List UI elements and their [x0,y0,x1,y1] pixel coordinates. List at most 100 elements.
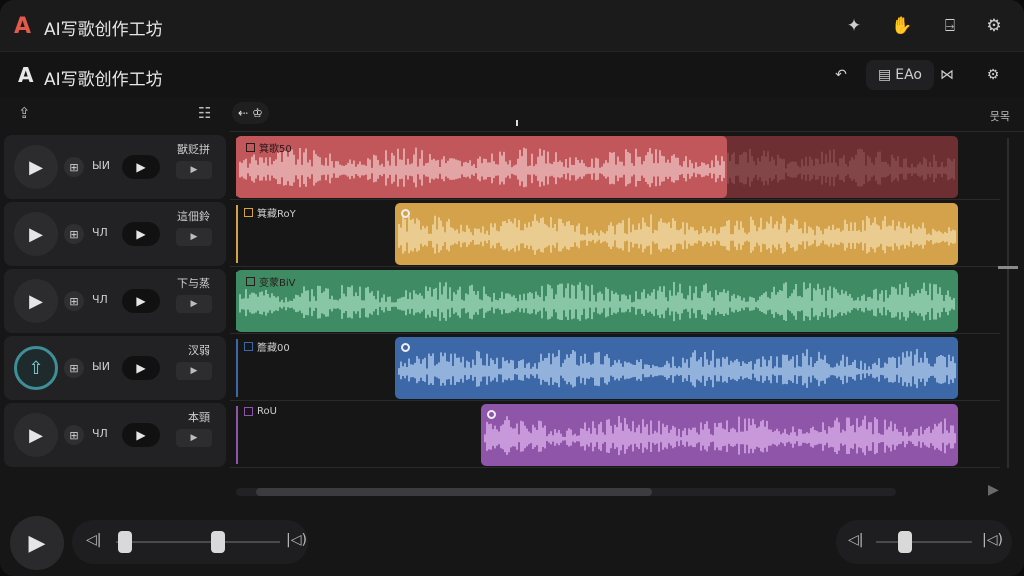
clip-handle-icon[interactable] [401,209,410,218]
track-mini-label: ЧЛ [92,226,108,239]
clip-checkbox[interactable] [246,277,255,286]
export-icon[interactable]: ⍈ [936,12,964,40]
volume-high-icon: |◁) [286,532,307,548]
track-control-1: ▶ ⊞ ЫИ ▶ 獸贬拼 ▶ [4,135,226,199]
track-name: 本頸 [188,411,210,424]
track-mini-label: ЫИ [92,159,110,172]
clip-checkbox[interactable] [244,407,253,416]
output-volume-low-icon: ◁| [848,532,864,548]
crossfade-icon[interactable]: ⋈ [932,60,962,90]
ab-compare-button[interactable]: ▤ EAo [866,60,934,90]
toolbar: A AI写歌创作工坊 ↶ ▤ EAo ⋈ ⚙ [0,52,1024,98]
pinwheel-icon[interactable]: ✦ [840,12,868,40]
master-volume-knob[interactable] [211,531,226,553]
audio-clip[interactable]: 变蒙BiV [236,270,958,332]
toolbar-title: AI写歌创作工坊 [44,70,163,90]
position-slider-track[interactable] [116,541,280,543]
horizontal-scroll-thumb[interactable] [256,488,652,496]
settings-icon[interactable]: ⚙ [980,12,1008,40]
list-icon: ▤ [878,67,892,83]
waveform [398,349,956,389]
clip-checkbox[interactable] [244,342,253,351]
clip-checkbox[interactable] [246,143,255,152]
upload-icon[interactable]: ⇪ [18,104,31,122]
track-play-button[interactable]: ▶ [14,145,58,189]
marker-pill[interactable]: ⇠ ♔ [232,102,269,124]
hand-icon[interactable]: ✋ [888,12,916,40]
waveform [239,147,725,188]
track-play-button[interactable]: ▶ [14,279,58,323]
clip-handle-icon[interactable] [487,410,496,419]
waveform [239,282,955,322]
track-control-2: ▶ ⊞ ЧЛ ▶ 這佃鈴 ▶ [4,202,226,266]
lane-divider [230,333,1000,334]
toolbar-settings-icon[interactable]: ⚙ [978,60,1008,90]
track-control-5: ▶ ⊞ ЧЛ ▶ 本頸 ▶ [4,403,226,467]
track-play-button[interactable]: ▶ [14,212,58,256]
arrow-left-icon: ⇠ [238,106,249,120]
undo-icon[interactable]: ↶ [826,60,856,90]
output-volume-track[interactable] [876,541,972,543]
track-name: 這佃鈴 [177,210,210,223]
track-name: 獸贬拼 [177,143,210,156]
clip-title: 簷藏00 [244,339,290,354]
track-control-3: ▶ ⊞ ЧЛ ▶ 下与蒸 ▶ [4,269,226,333]
master-slider-group: ◁| |◁) [72,520,308,564]
lane-start-marker [236,205,238,263]
audio-clip[interactable]: 箕歌50 [236,136,727,198]
track-preview-button[interactable]: ▶ [122,423,160,447]
ruler-right-label: 뭇목 [989,110,1010,123]
waveform [398,214,956,255]
track-small-play-button[interactable]: ▶ [176,228,212,246]
track-preview-button[interactable]: ▶ [122,155,160,179]
track-preview-button[interactable]: ▶ [122,222,160,246]
clip-title: 箕藏RoY [244,205,296,220]
track-play-button[interactable]: ▶ [14,413,58,457]
track-small-play-button[interactable]: ▶ [176,362,212,380]
track-lane-5: RoU [234,402,1000,468]
menu-icon[interactable]: ☷ [198,104,211,122]
app-logo: A [14,14,32,39]
app-window: A AI写歌创作工坊 ✦ ✋ ⍈ ⚙ A AI写歌创作工坊 ↶ ▤ EAo ⋈ … [0,0,1024,576]
track-preview-button[interactable]: ▶ [122,356,160,380]
clip-title: 变蒙BiV [246,274,295,289]
main-play-button[interactable]: ▶ [10,516,64,570]
grid-icon[interactable]: ⊞ [64,425,84,445]
track-lane-2: 箕藏RoY [234,201,1000,267]
audio-clip[interactable] [395,203,958,265]
track-small-play-button[interactable]: ▶ [176,161,212,179]
horizontal-scrollbar[interactable]: ▶ [236,476,1006,498]
grid-icon[interactable]: ⊞ [64,157,84,177]
track-preview-button[interactable]: ▶ [122,289,160,313]
vertical-scroll-thumb[interactable] [998,266,1018,269]
clip-title: 箕歌50 [246,140,292,155]
lane-start-marker [236,406,238,464]
track-name: 汊弱 [188,344,210,357]
vertical-scrollbar[interactable] [998,138,1018,468]
track-small-play-button[interactable]: ▶ [176,429,212,447]
grid-icon[interactable]: ⊞ [64,291,84,311]
grid-icon[interactable]: ⊞ [64,358,84,378]
ab-label: EAo [895,67,922,83]
marker-label: ♔ [252,106,263,120]
grid-icon[interactable]: ⊞ [64,224,84,244]
record-active-button[interactable]: ⇧ [14,346,58,390]
track-name: 下与蒸 [177,277,210,290]
playhead-marker[interactable] [516,120,518,126]
track-small-play-button[interactable]: ▶ [176,295,212,313]
position-slider-knob[interactable] [118,531,132,553]
track-lanes: 箕歌50 箕藏RoY 变蒙BiV 簷藏00 RoU [230,132,1000,476]
clip-checkbox[interactable] [244,208,253,217]
scroll-right-icon[interactable]: ▶ [988,482,999,498]
track-mini-label: ЧЛ [92,293,108,306]
track-lane-3: 变蒙BiV [234,268,1000,334]
audio-clip[interactable] [395,337,958,399]
output-volume-knob[interactable] [897,531,912,553]
time-ruler[interactable]: ⇠ ♔ 뭇목 [230,98,1024,132]
track-mini-label: ЫИ [92,360,110,373]
audio-clip[interactable] [481,404,958,466]
clip-handle-icon[interactable] [401,343,410,352]
title-bar: A AI写歌创作工坊 ✦ ✋ ⍈ ⚙ [0,0,1024,52]
lane-divider [230,467,1000,468]
clip-title: RoU [244,406,277,417]
